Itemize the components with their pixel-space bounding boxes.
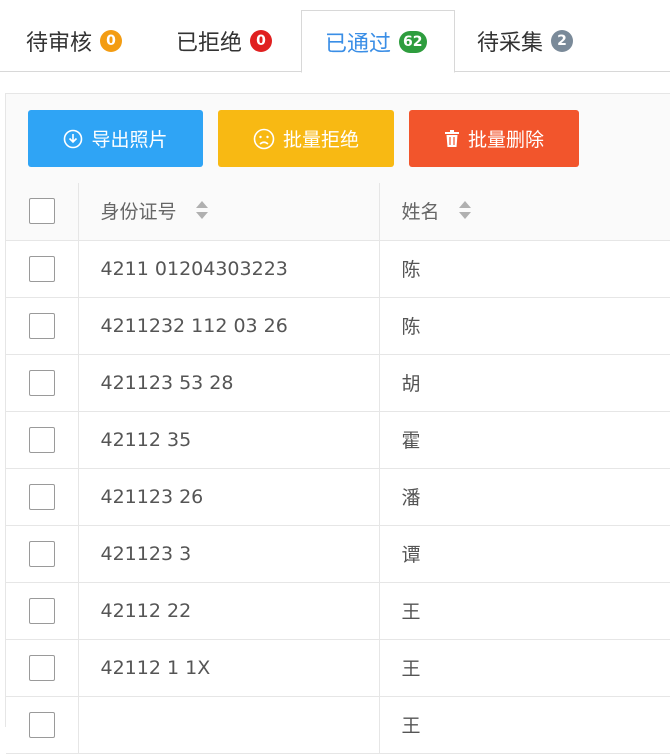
table-row[interactable]: 421123 3 谭: [6, 525, 670, 583]
select-all-checkbox[interactable]: [28, 198, 55, 225]
id-number-cell: 42112 1 1X: [100, 656, 211, 679]
status-tabs: 待审核 0 已拒绝 0 已通过 62 待采集 2: [0, 0, 670, 73]
row-checkbox[interactable]: [28, 369, 55, 396]
name-cell: 胡: [401, 373, 421, 395]
tab-rejected-count-badge: 0: [250, 30, 273, 52]
tab-approved-count-badge: 62: [399, 30, 427, 53]
toolbar: 导出照片 批量拒绝 批量删除: [28, 110, 579, 167]
table-row[interactable]: 4211232 112 03 26 陈: [6, 297, 670, 355]
table-row[interactable]: 42112 1 1X 王: [6, 639, 670, 697]
trash-icon: [444, 129, 460, 148]
name-cell: 陈: [401, 259, 421, 281]
tab-rejected-label: 已拒绝: [176, 31, 243, 56]
tab-pending-label: 待审核: [26, 31, 93, 56]
id-number-cell: 421123 53 28: [100, 371, 234, 394]
id-number-cell: 42112 22: [100, 599, 192, 622]
batch-reject-label: 批量拒绝: [282, 129, 359, 151]
name-cell: 王: [401, 601, 421, 623]
row-checkbox[interactable]: [28, 312, 55, 339]
select-all-cell: [6, 183, 79, 241]
batch-delete-button[interactable]: 批量删除: [409, 110, 579, 167]
name-cell: 潘: [401, 487, 421, 509]
approved-panel: 导出照片 批量拒绝 批量删除 身份证号 姓名 4211 01204303223 …: [5, 93, 670, 754]
sort-icon[interactable]: [458, 200, 472, 225]
table-row[interactable]: 42112 22 王: [6, 582, 670, 640]
row-checkbox[interactable]: [28, 255, 55, 282]
batch-reject-button[interactable]: 批量拒绝: [218, 110, 394, 167]
name-column-header[interactable]: 姓名: [379, 183, 670, 241]
approved-table: 身份证号 姓名 4211 01204303223 陈 4211232 112 0…: [6, 183, 670, 754]
name-header-label: 姓名: [401, 201, 440, 224]
table-header-row: 身份证号 姓名: [6, 183, 670, 241]
name-cell: 陈: [401, 316, 421, 338]
tab-approved-label: 已通过: [325, 31, 392, 57]
table-row[interactable]: 42112 35 霍: [6, 411, 670, 469]
row-checkbox[interactable]: [28, 597, 55, 624]
name-cell: 王: [401, 658, 421, 680]
name-cell: 王: [401, 715, 421, 737]
tab-to-collect-label: 待采集: [477, 31, 544, 56]
id-number-cell: 42112 35: [100, 428, 192, 451]
name-cell: 霍: [401, 430, 421, 452]
download-circle-icon: [63, 129, 83, 149]
id-number-cell: 4211 01204303223: [100, 257, 288, 280]
row-checkbox[interactable]: [28, 711, 55, 738]
id-number-column-header[interactable]: 身份证号: [78, 183, 380, 241]
id-number-cell: 4211232 112 03 26: [100, 314, 288, 337]
table-row[interactable]: 421123 53 28 胡: [6, 354, 670, 412]
name-cell: 谭: [401, 544, 421, 566]
row-checkbox[interactable]: [28, 654, 55, 681]
table-row[interactable]: 4211 01204303223 陈: [6, 240, 670, 298]
row-checkbox[interactable]: [28, 540, 55, 567]
row-checkbox[interactable]: [28, 426, 55, 453]
table-row[interactable]: 王: [6, 696, 670, 754]
row-checkbox[interactable]: [28, 483, 55, 510]
tab-rejected[interactable]: 已拒绝 0: [176, 10, 273, 72]
tab-to-collect[interactable]: 待采集 2: [477, 10, 574, 72]
tab-pending[interactable]: 待审核 0: [26, 10, 123, 72]
sad-face-icon: [253, 128, 275, 150]
sort-icon[interactable]: [195, 200, 209, 225]
tab-approved[interactable]: 已通过 62: [301, 10, 455, 73]
id-number-cell: 421123 26: [100, 485, 204, 508]
tab-pending-count-badge: 0: [100, 30, 123, 52]
export-photos-button[interactable]: 导出照片: [28, 110, 203, 167]
tab-to-collect-count-badge: 2: [551, 30, 574, 52]
id-number-header-label: 身份证号: [100, 201, 177, 224]
id-number-cell: 421123 3: [100, 542, 192, 565]
batch-delete-label: 批量删除: [467, 129, 544, 151]
table-row[interactable]: 421123 26 潘: [6, 468, 670, 526]
export-photos-label: 导出照片: [91, 129, 168, 151]
